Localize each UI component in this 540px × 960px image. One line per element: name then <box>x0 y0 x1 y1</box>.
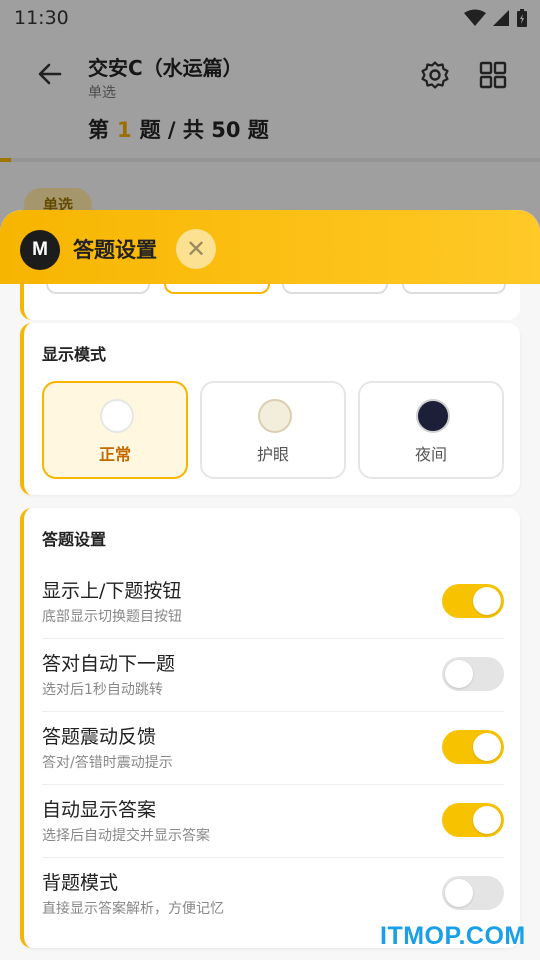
sheet-title: 答题设置 <box>73 238 157 262</box>
watermark: ITMOP.COM <box>380 922 526 950</box>
mode-color-dot <box>416 399 450 433</box>
setting-title: 背题模式 <box>42 872 119 894</box>
setting-row: 答对自动下一题选对后1秒自动跳转 <box>42 639 504 712</box>
setting-toggle-switch[interactable] <box>442 584 504 618</box>
setting-toggle-switch[interactable] <box>442 730 504 764</box>
display-mode-option[interactable]: 正常 <box>42 381 188 479</box>
prev-option-chip <box>164 284 270 294</box>
setting-title: 自动显示答案 <box>42 799 157 821</box>
setting-row: 显示上/下题按钮底部显示切换题目按钮 <box>42 566 504 639</box>
answer-settings-card: 答题设置 显示上/下题按钮 底部显示切换题目按钮 答对自动下一题 选对后1秒自动跳转答… <box>20 508 520 948</box>
prev-option-chip <box>282 284 388 294</box>
display-mode-option[interactable]: 护眼 <box>200 381 346 479</box>
setting-title: 答对自动下一题 <box>42 653 176 675</box>
setting-toggle-switch[interactable] <box>442 876 504 910</box>
setting-description: 选择后自动提交并显示答案 <box>42 828 210 844</box>
display-mode-option[interactable]: 夜间 <box>358 381 504 479</box>
toggle-knob <box>473 806 501 834</box>
display-mode-label: 夜间 <box>414 445 447 464</box>
setting-description: 底部显示切换题目按钮 <box>42 609 182 625</box>
sheet-header: M 答题设置 ✕ <box>0 210 540 284</box>
close-icon[interactable]: ✕ <box>176 229 216 269</box>
mode-color-dot <box>100 399 134 433</box>
setting-row: 答题震动反馈答对/答错时震动提示 <box>42 712 504 785</box>
display-mode-card: 显示模式 正常 护眼 夜间 <box>20 323 520 495</box>
setting-description: 选对后1秒自动跳转 <box>42 682 163 698</box>
prev-option-chip <box>402 284 506 294</box>
answer-settings-title: 答题设置 <box>42 530 107 549</box>
toggle-knob <box>473 587 501 615</box>
toggle-knob <box>473 733 501 761</box>
display-mode-title: 显示模式 <box>42 345 107 364</box>
prev-option-chip <box>46 284 150 294</box>
toggle-knob <box>445 660 473 688</box>
setting-toggle-switch[interactable] <box>442 803 504 837</box>
display-mode-label: 护眼 <box>256 445 289 464</box>
mode-color-dot <box>258 399 292 433</box>
scrolled-card-bottom <box>20 284 520 320</box>
setting-description: 答对/答错时震动提示 <box>42 755 173 771</box>
display-mode-label: 正常 <box>98 445 131 464</box>
setting-toggle-switch[interactable] <box>442 657 504 691</box>
setting-title: 答题震动反馈 <box>42 726 157 748</box>
toggle-knob <box>445 879 473 907</box>
setting-row: 背题模式直接显示答案解析，方便记忆 <box>42 858 504 931</box>
setting-title: 显示上/下题按钮 <box>42 580 182 602</box>
avatar: M <box>20 230 60 270</box>
settings-sheet: M 答题设置 ✕ 显示模式 正常 护眼 夜间 答题设置 显示上/下题按钮底部显示切换… <box>0 210 540 960</box>
setting-description: 直接显示答案解析，方便记忆 <box>42 901 224 917</box>
setting-row: 自动显示答案选择后自动提交并显示答案 <box>42 785 504 858</box>
